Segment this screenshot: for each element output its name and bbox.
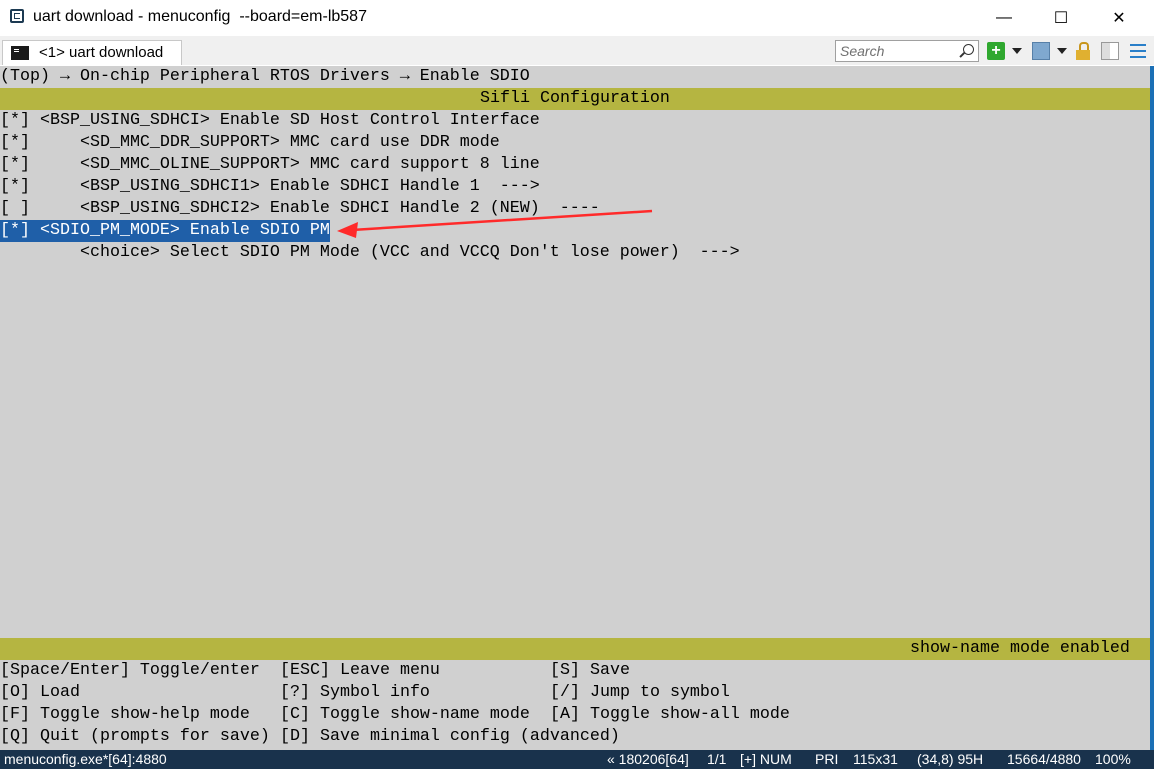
annotation-arrow <box>337 209 653 238</box>
priority-indicator: PRI <box>815 751 839 767</box>
annotation-arrow-head <box>337 222 358 238</box>
process-info: menuconfig.exe*[64]:4880 <box>4 751 167 767</box>
status-bar: menuconfig.exe*[64]:4880 « 180206[64] 1/… <box>0 750 1154 769</box>
page-info: 1/1 <box>707 751 727 767</box>
num-indicator: [+] NUM <box>740 751 792 767</box>
pid-info: 15664/4880 <box>1007 751 1081 767</box>
build-info: « 180206[64] <box>607 751 689 767</box>
zoom-level: 100% <box>1095 751 1131 767</box>
console-size: 115x31 <box>853 751 898 767</box>
cursor-position: (34,8) 95H <box>917 751 984 767</box>
annotation-arrow-line <box>351 209 653 232</box>
